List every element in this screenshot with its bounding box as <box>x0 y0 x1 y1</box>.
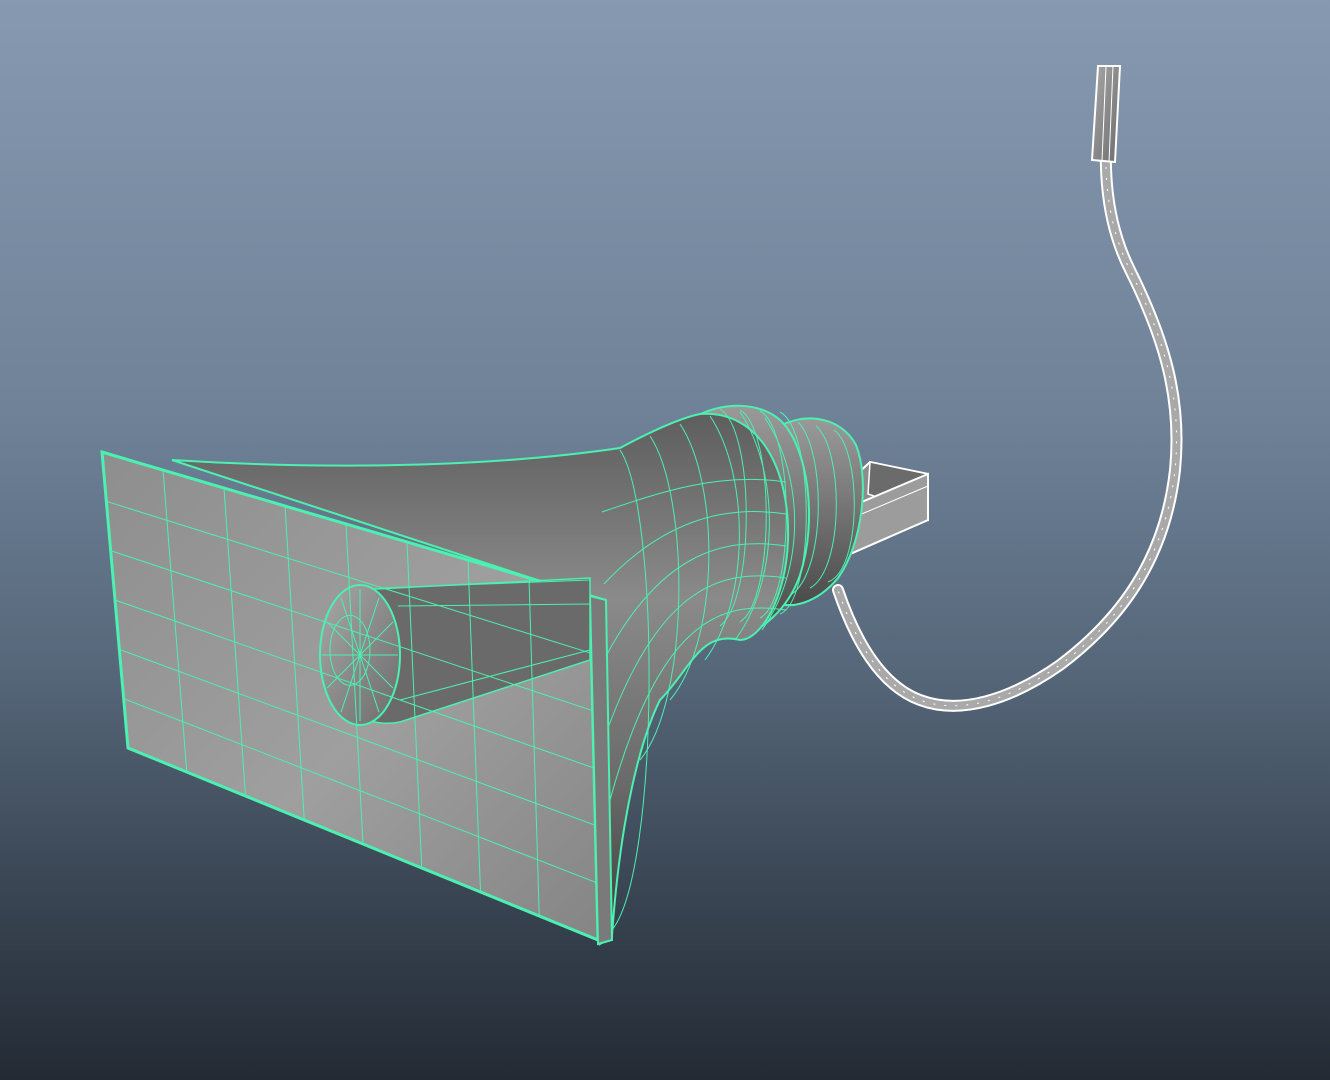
cable-plug[interactable] <box>1090 65 1122 164</box>
cable[interactable] <box>832 84 1183 712</box>
maya-perspective-viewport[interactable] <box>0 0 1330 1080</box>
3d-scene[interactable] <box>0 0 1330 1080</box>
